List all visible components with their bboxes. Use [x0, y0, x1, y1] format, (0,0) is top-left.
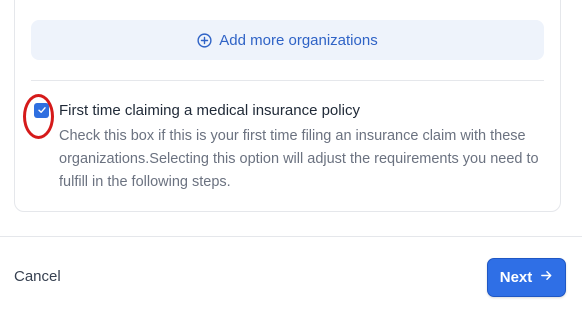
first-time-claim-title: First time claiming a medical insurance …: [59, 102, 360, 119]
cancel-button[interactable]: Cancel: [14, 268, 61, 285]
add-more-organizations-button[interactable]: Add more organizations: [31, 20, 544, 60]
first-time-claim-description: Check this box if this is your first tim…: [59, 128, 539, 190]
plus-circle-icon: [197, 32, 212, 48]
next-button-label: Next: [499, 269, 533, 286]
highlight-ring: [23, 94, 54, 139]
arrow-right-icon: [540, 269, 553, 286]
footer-divider: [0, 236, 582, 237]
section-divider: [31, 80, 544, 81]
insurance-claim-form: Add more organizations First time claimi…: [0, 0, 582, 312]
add-more-organizations-label: Add more organizations: [219, 31, 378, 49]
next-button[interactable]: Next: [487, 258, 566, 297]
